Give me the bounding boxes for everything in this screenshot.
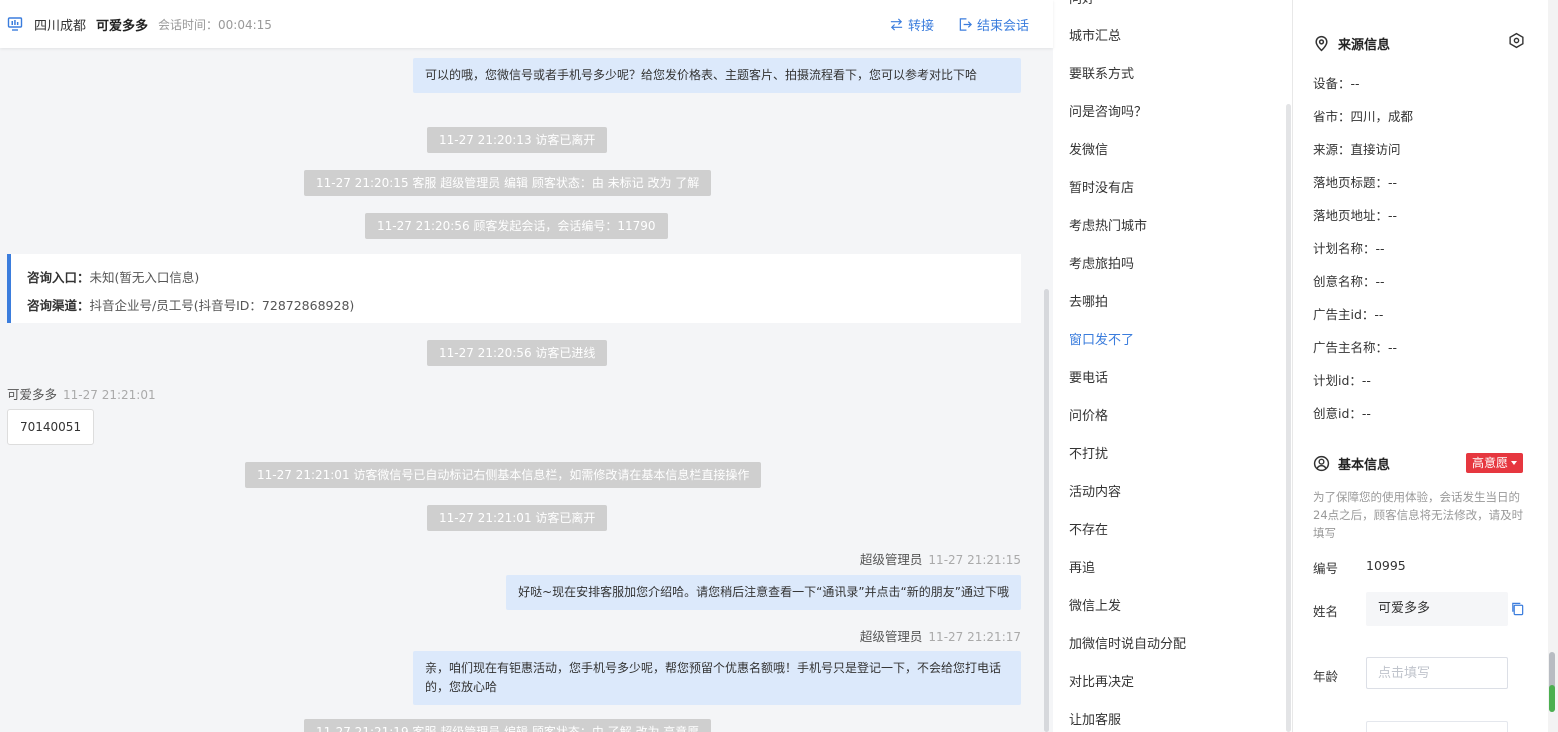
- source-row-plan-id: 计划id：--: [1313, 373, 1371, 388]
- source-row-landing-url: 落地页地址：--: [1313, 208, 1398, 223]
- info-scrollbar-indicator: [1549, 685, 1555, 712]
- quick-reply-item-active[interactable]: 窗口发不了: [1069, 329, 1134, 348]
- quick-reply-item[interactable]: 不打扰: [1069, 443, 1108, 462]
- end-session-button[interactable]: 结束会话: [958, 15, 1029, 34]
- customer-info-panel: 来源信息 设备：-- 省市：四川，成都 来源：直接访问 落地页标题：-- 落地页…: [1293, 0, 1548, 732]
- basic-info-header: 基本信息: [1313, 454, 1390, 473]
- agent-message: 可以的哦，您微信号或者手机号多少呢？给您发价格表、主题客片、拍摄流程看下，您可以…: [413, 58, 1021, 93]
- quick-reply-item[interactable]: 要电话: [1069, 367, 1108, 386]
- quick-reply-item[interactable]: 对比再决定: [1069, 671, 1134, 690]
- basic-info-title: 基本信息: [1338, 458, 1391, 473]
- quick-reply-item[interactable]: 考虑旅拍吗: [1069, 253, 1134, 272]
- sender-name: 超级管理员: [859, 629, 923, 644]
- system-notice: 11-27 21:21:01 访客微信号已自动标记右侧基本信息栏，如需修改请在基…: [245, 462, 762, 488]
- chat-scrollbar[interactable]: [1044, 289, 1049, 732]
- age-input[interactable]: [1366, 657, 1508, 689]
- visitor-message: 70140051: [7, 409, 95, 445]
- quick-reply-list: 问好 城市汇总 要联系方式 问是咨询吗？ 发微信 暂时没有店 考虑热门城市 考虑…: [1053, 0, 1292, 732]
- name-label: 姓名: [1313, 604, 1339, 619]
- intent-label: 高意愿: [1472, 456, 1509, 470]
- end-session-label: 结束会话: [976, 18, 1029, 34]
- location-pin-icon: [1315, 35, 1328, 52]
- id-value: 10995: [1366, 558, 1406, 573]
- name-field[interactable]: 可爱多多: [1366, 592, 1508, 626]
- message-timestamp: 11-27 21:21:15: [928, 553, 1021, 567]
- user-circle-icon: [1313, 455, 1330, 472]
- channel-label: 咨询渠道：: [27, 298, 90, 313]
- channel-value: 抖音企业号/员工号(抖音号ID：72872868928): [89, 298, 355, 313]
- quick-reply-item[interactable]: 要联系方式: [1069, 63, 1134, 82]
- age-label: 年龄: [1313, 669, 1339, 684]
- system-notice: 11-27 21:20:15 客服 超级管理员 编辑 顾客状态：由 未标记 改为…: [304, 170, 712, 196]
- quick-reply-item[interactable]: 去哪拍: [1069, 291, 1108, 310]
- quick-reply-item[interactable]: 考虑热门城市: [1069, 215, 1147, 234]
- agent-sender: 超级管理员 11-27 21:21:17: [860, 626, 1021, 645]
- chat-panel: 四川成都 可爱多多 会话时间：00:04:15 转接 结束会话 可以的哦，您微信…: [0, 0, 1053, 732]
- source-row-creative-id: 创意id：--: [1313, 406, 1371, 421]
- visitor-sender: 可爱多多 11-27 21:21:01: [7, 384, 156, 403]
- view-icon[interactable]: [1508, 32, 1525, 49]
- system-notice: 11-27 21:20:56 访客已进线: [427, 340, 608, 366]
- copy-icon[interactable]: [1510, 601, 1525, 616]
- agent-message: 好哒~现在安排客服加您介绍哈。请您稍后注意查看一下“通讯录”并点击“新的朋友”通…: [506, 575, 1021, 610]
- consult-info-card: 咨询入口：未知(暂无入口信息) 咨询渠道：抖音企业号/员工号(抖音号ID：728…: [7, 254, 1021, 323]
- app-root: 四川成都 可爱多多 会话时间：00:04:15 转接 结束会话 可以的哦，您微信…: [0, 0, 1558, 732]
- source-row-creative-name: 创意名称：--: [1313, 274, 1385, 289]
- system-notice: 11-27 21:21:01 访客已离开: [427, 505, 608, 531]
- source-info-title: 来源信息: [1338, 38, 1391, 53]
- edit-notice: 为了保障您的使用体验，会话发生当日的24点之后，顾客信息将无法修改，请及时填写: [1313, 490, 1524, 540]
- source-row-origin: 来源：直接访问: [1313, 142, 1401, 157]
- sender-name: 超级管理员: [859, 552, 923, 567]
- quick-reply-item[interactable]: 发微信: [1069, 139, 1108, 158]
- quick-reply-item[interactable]: 问价格: [1069, 405, 1108, 424]
- message-list: 可以的哦，您微信号或者手机号多少呢？给您发价格表、主题客片、拍摄流程看下，您可以…: [0, 48, 1041, 732]
- visitor-location: 四川成都: [34, 18, 87, 34]
- quick-reply-item[interactable]: 不存在: [1069, 519, 1108, 538]
- source-row-landing-title: 落地页标题：--: [1313, 175, 1398, 190]
- id-label: 编号: [1313, 561, 1339, 576]
- agent-sender: 超级管理员 11-27 21:21:15: [860, 549, 1021, 568]
- quick-reply-item[interactable]: 问好: [1069, 0, 1095, 7]
- visitor-name: 可爱多多: [96, 18, 149, 34]
- quick-reply-item[interactable]: 再追: [1069, 557, 1095, 576]
- quick-reply-scrollbar[interactable]: [1286, 104, 1291, 732]
- agent-message: 亲，咱们现在有钜惠活动，您手机号多少呢，帮您预留个优惠名额哦！手机号只是登记一下…: [413, 651, 1021, 705]
- quick-reply-item[interactable]: 活动内容: [1069, 481, 1121, 500]
- source-row-device: 设备：--: [1313, 76, 1360, 91]
- source-row-advertiser-id: 广告主id：--: [1313, 307, 1384, 322]
- source-row-plan-name: 计划名称：--: [1313, 241, 1385, 256]
- quick-reply-item[interactable]: 微信上发: [1069, 595, 1121, 614]
- transfer-icon: [890, 17, 903, 31]
- message-timestamp: 11-27 21:21:01: [63, 388, 156, 402]
- sender-name: 可爱多多: [7, 387, 58, 402]
- entry-value: 未知(暂无入口信息): [89, 270, 200, 285]
- system-notice: 11-27 21:20:13 访客已离开: [427, 127, 608, 153]
- system-notice: 11-27 21:21:19 客服 超级管理员 编辑 顾客状态：由 了解 改为 …: [304, 719, 712, 732]
- next-field[interactable]: [1366, 721, 1508, 732]
- quick-reply-item[interactable]: 让加客服: [1069, 709, 1121, 728]
- session-time: 会话时间：00:04:15: [158, 17, 272, 32]
- intent-dropdown[interactable]: 高意愿: [1466, 453, 1524, 473]
- quick-reply-item[interactable]: 加微信时说自动分配: [1069, 633, 1186, 652]
- transfer-button[interactable]: 转接: [889, 15, 934, 34]
- source-row-region: 省市：四川，成都: [1313, 109, 1414, 124]
- quick-reply-item[interactable]: 问是咨询吗？: [1069, 101, 1147, 120]
- message-timestamp: 11-27 21:21:17: [928, 630, 1021, 644]
- system-notice: 11-27 21:20:56 顾客发起会话，会话编号：11790: [365, 213, 668, 239]
- monitor-icon: [7, 16, 23, 32]
- quick-reply-item[interactable]: 暂时没有店: [1069, 177, 1134, 196]
- exit-icon: [959, 17, 972, 31]
- entry-label: 咨询入口：: [27, 270, 90, 285]
- chat-header: 四川成都 可爱多多 会话时间：00:04:15 转接 结束会话: [0, 0, 1053, 48]
- source-info-header: 来源信息: [1313, 34, 1390, 53]
- transfer-label: 转接: [907, 18, 934, 34]
- info-scrollbar-track[interactable]: [1548, 0, 1558, 732]
- quick-reply-item[interactable]: 城市汇总: [1069, 25, 1121, 44]
- caret-down-icon: [1511, 461, 1518, 465]
- source-row-advertiser-name: 广告主名称：--: [1313, 340, 1398, 355]
